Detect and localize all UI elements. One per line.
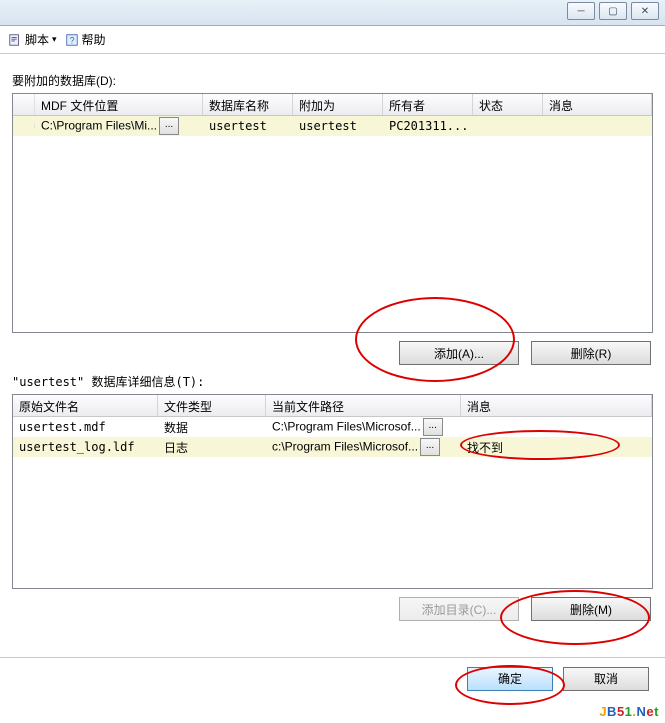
cell-attach: usertest xyxy=(293,117,383,135)
col-file-type[interactable]: 文件类型 xyxy=(158,395,266,416)
dialog-footer: 确定 取消 xyxy=(0,657,665,699)
cell-dmsg: 找不到 xyxy=(461,437,652,458)
add-directory-button: 添加目录(C)... xyxy=(399,597,519,621)
col-mdf-location[interactable]: MDF 文件位置 xyxy=(35,94,203,115)
window-titlebar: ─ ▢ ✕ xyxy=(0,0,665,26)
cancel-button[interactable]: 取消 xyxy=(563,667,649,691)
col-db-name[interactable]: 数据库名称 xyxy=(203,94,293,115)
col-message[interactable]: 消息 xyxy=(543,94,652,115)
ok-button[interactable]: 确定 xyxy=(467,667,553,691)
file-row[interactable]: usertest_log.ldf 日志 c:\Program Files\Mic… xyxy=(13,437,652,457)
script-dropdown[interactable]: 脚本 ▾ xyxy=(8,31,57,48)
add-button[interactable]: 添加(A)... xyxy=(399,341,519,365)
browse-path-button[interactable]: ... xyxy=(423,418,443,436)
svg-text:?: ? xyxy=(69,35,74,45)
cell-state xyxy=(473,124,543,128)
cell-type: 数据 xyxy=(158,417,266,438)
cell-path: C:\Program Files\Microsof... xyxy=(272,420,421,434)
minimize-button[interactable]: ─ xyxy=(567,2,595,20)
cell-path: c:\Program Files\Microsof... xyxy=(272,440,418,454)
db-details-grid[interactable]: 原始文件名 文件类型 当前文件路径 消息 usertest.mdf 数据 C:\… xyxy=(12,394,653,589)
cell-message xyxy=(543,124,652,128)
file-row[interactable]: usertest.mdf 数据 C:\Program Files\Microso… xyxy=(13,417,652,437)
remove-db-button[interactable]: 删除(R) xyxy=(531,341,651,365)
maximize-button[interactable]: ▢ xyxy=(599,2,627,20)
cell-owner: PC201311... xyxy=(383,117,473,135)
cell-orig: usertest_log.ldf xyxy=(13,438,158,456)
col-detail-message[interactable]: 消息 xyxy=(461,395,652,416)
dropdown-icon: ▾ xyxy=(52,34,57,45)
cell-type: 日志 xyxy=(158,437,266,458)
col-current-path[interactable]: 当前文件路径 xyxy=(266,395,461,416)
script-icon xyxy=(8,33,22,47)
help-label: 帮助 xyxy=(82,31,106,48)
watermark: JB51.Net xyxy=(599,704,659,719)
cell-mdf: C:\Program Files\Mi... xyxy=(41,119,157,133)
close-button[interactable]: ✕ xyxy=(631,2,659,20)
remove-file-button[interactable]: 删除(M) xyxy=(531,597,651,621)
db-row[interactable]: C:\Program Files\Mi...... usertest usert… xyxy=(13,116,652,136)
col-orig-filename[interactable]: 原始文件名 xyxy=(13,395,158,416)
help-icon: ? xyxy=(65,33,79,47)
db-details-label: "usertest" 数据库详细信息(T): xyxy=(12,373,653,390)
dialog-toolbar: 脚本 ▾ ? 帮助 xyxy=(0,26,665,54)
help-button[interactable]: ? 帮助 xyxy=(65,31,106,48)
attach-db-label: 要附加的数据库(D): xyxy=(12,72,653,89)
browse-mdf-button[interactable]: ... xyxy=(159,117,179,135)
attach-db-grid[interactable]: MDF 文件位置 数据库名称 附加为 所有者 状态 消息 C:\Program … xyxy=(12,93,653,333)
col-owner[interactable]: 所有者 xyxy=(383,94,473,115)
script-label: 脚本 xyxy=(25,31,49,48)
browse-path-button[interactable]: ... xyxy=(420,438,440,456)
row-header-col xyxy=(13,94,35,115)
col-state[interactable]: 状态 xyxy=(473,94,543,115)
cell-dmsg xyxy=(461,425,652,429)
cell-orig: usertest.mdf xyxy=(13,418,158,436)
cell-dbname: usertest xyxy=(203,117,293,135)
col-attach-as[interactable]: 附加为 xyxy=(293,94,383,115)
